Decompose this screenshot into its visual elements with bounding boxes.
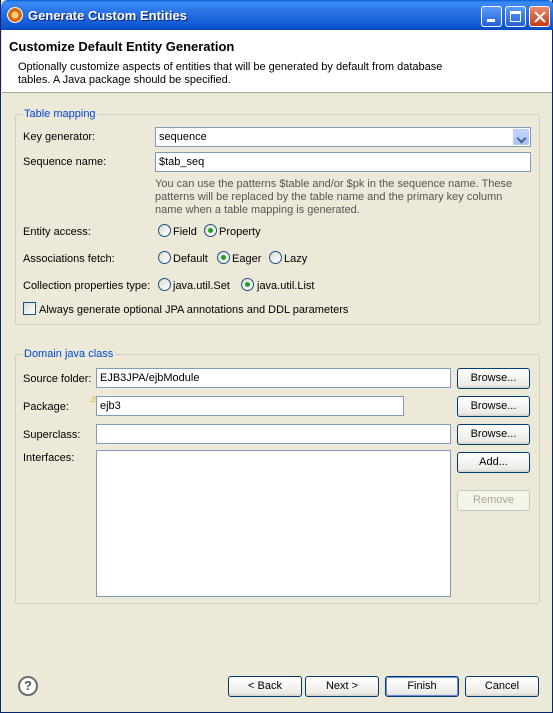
sequence-name-label: Sequence name:: [23, 156, 107, 168]
always-generate-label[interactable]: Always generate optional JPA annotations…: [39, 304, 348, 316]
page-description: Optionally customize aspects of entities…: [18, 61, 443, 86]
table-mapping-legend: Table mapping: [24, 108, 96, 120]
fetch-eager-radio[interactable]: [217, 251, 230, 264]
finish-button[interactable]: Finish: [385, 676, 459, 697]
collection-list-label[interactable]: java.util.List: [257, 280, 314, 292]
back-button[interactable]: < Back: [228, 676, 302, 697]
associations-fetch-label: Associations fetch:: [23, 253, 115, 265]
wizard-header: Customize Default Entity Generation Opti…: [2, 30, 552, 93]
minimize-button[interactable]: [481, 6, 502, 27]
collection-list-radio[interactable]: [241, 278, 254, 291]
close-button[interactable]: [529, 6, 550, 27]
entity-access-field-label[interactable]: Field: [173, 226, 197, 238]
package-browse-button[interactable]: Browse...: [457, 396, 530, 417]
source-folder-input[interactable]: [97, 369, 450, 387]
entity-access-property-radio[interactable]: [204, 224, 217, 237]
help-icon[interactable]: ?: [18, 676, 38, 696]
source-folder-field[interactable]: [96, 368, 451, 388]
title-bar[interactable]: Generate Custom Entities: [1, 0, 553, 30]
maximize-button[interactable]: [505, 6, 526, 27]
dialog-window: Generate Custom Entities Customize Defau…: [0, 0, 553, 713]
chevron-down-icon[interactable]: [513, 129, 529, 145]
interfaces-list[interactable]: [96, 450, 451, 597]
next-button[interactable]: Next >: [305, 676, 379, 697]
entity-access-property-label[interactable]: Property: [219, 226, 261, 238]
package-input[interactable]: [97, 397, 403, 415]
source-folder-browse-button[interactable]: Browse...: [457, 368, 530, 389]
collection-type-label: Collection properties type:: [23, 280, 151, 292]
fetch-default-radio[interactable]: [158, 251, 171, 264]
fetch-default-label[interactable]: Default: [173, 253, 208, 265]
always-generate-checkbox[interactable]: [23, 302, 36, 315]
entity-access-field-radio[interactable]: [158, 224, 171, 237]
eclipse-app-icon: [7, 7, 23, 23]
superclass-field[interactable]: [96, 424, 451, 444]
collection-set-label[interactable]: java.util.Set: [173, 280, 230, 292]
package-field[interactable]: [96, 396, 404, 416]
domain-class-legend: Domain java class: [24, 348, 114, 360]
sequence-name-field[interactable]: [155, 152, 531, 172]
source-folder-label: Source folder:: [23, 373, 92, 385]
collection-set-radio[interactable]: [158, 278, 171, 291]
fetch-lazy-radio[interactable]: [269, 251, 282, 264]
interfaces-label: Interfaces:: [23, 452, 75, 464]
key-generator-combo[interactable]: sequence: [155, 127, 531, 147]
superclass-browse-button[interactable]: Browse...: [457, 424, 530, 445]
key-generator-value: sequence: [159, 131, 207, 143]
sequence-hint: You can use the patterns $table and/or $…: [155, 178, 513, 216]
window-title: Generate Custom Entities: [28, 8, 187, 23]
entity-access-label: Entity access:: [23, 226, 91, 238]
page-title: Customize Default Entity Generation: [9, 39, 235, 54]
fetch-eager-label[interactable]: Eager: [232, 253, 261, 265]
maximize-icon: [506, 7, 525, 26]
close-icon: [530, 7, 549, 26]
add-interface-button[interactable]: Add...: [457, 452, 530, 473]
package-label: Package:: [23, 401, 69, 413]
key-generator-label: Key generator:: [23, 131, 96, 143]
minimize-icon: [482, 7, 501, 26]
sequence-name-input[interactable]: [156, 153, 530, 171]
fetch-lazy-label[interactable]: Lazy: [284, 253, 307, 265]
superclass-input[interactable]: [97, 425, 450, 443]
remove-interface-button[interactable]: Remove: [457, 490, 530, 511]
superclass-label: Superclass:: [23, 429, 81, 441]
cancel-button[interactable]: Cancel: [465, 676, 539, 697]
